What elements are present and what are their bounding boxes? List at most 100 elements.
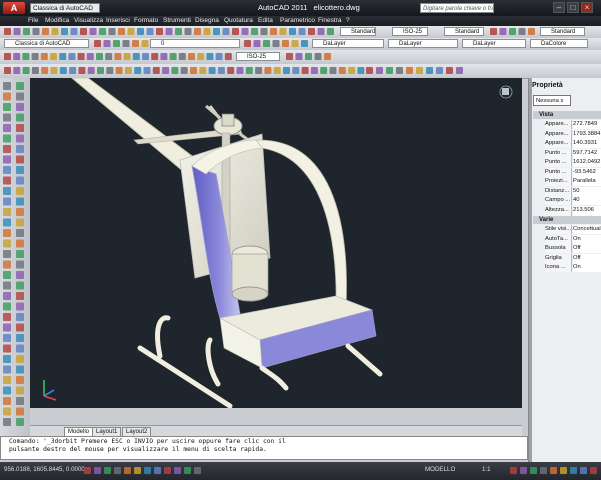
property-row[interactable]: Punto ... 597.7142 — [533, 148, 601, 158]
draw-tool-icon[interactable] — [3, 145, 11, 153]
toolbar-tool-icon[interactable] — [151, 53, 159, 60]
toolbar-tool-icon[interactable] — [23, 28, 30, 35]
toolbar-tool-icon[interactable] — [180, 67, 188, 74]
toolbar-tool-icon[interactable] — [528, 28, 535, 35]
toolbar-tool-icon[interactable] — [4, 53, 11, 60]
maximize-icon[interactable]: □ — [567, 2, 579, 13]
toolbar-tool-icon[interactable] — [260, 28, 268, 35]
toolbar-tool-icon[interactable] — [224, 53, 232, 60]
toolbar-tool-icon[interactable] — [490, 28, 497, 35]
toolbar-tool-icon[interactable] — [104, 467, 111, 474]
toolbar-tool-icon[interactable] — [156, 28, 163, 35]
toolbar-tool-icon[interactable] — [241, 28, 249, 35]
menu-inserisci[interactable]: Inserisci — [106, 17, 130, 24]
draw-tool-icon[interactable] — [16, 134, 24, 143]
property-value[interactable]: Off — [573, 253, 601, 263]
draw-tool-icon[interactable] — [3, 92, 11, 101]
toolbar-tool-icon[interactable] — [298, 28, 306, 35]
draw-tool-icon[interactable] — [3, 229, 11, 237]
toolbar-tool-icon[interactable] — [41, 67, 49, 74]
draw-tool-icon[interactable] — [16, 407, 24, 416]
draw-tool-icon[interactable] — [3, 323, 11, 332]
drawing-viewport[interactable] — [30, 78, 522, 408]
draw-tool-icon[interactable] — [16, 166, 24, 174]
search-input[interactable]: Digitare parola chiave o frase — [420, 3, 494, 13]
draw-tool-icon[interactable] — [16, 113, 24, 122]
toolbar-tool-icon[interactable] — [286, 53, 293, 60]
draw-tool-icon[interactable] — [16, 208, 24, 216]
toolbar-tool-icon[interactable] — [69, 67, 77, 74]
draw-tool-icon[interactable] — [16, 271, 24, 279]
toolbar-tool-icon[interactable] — [171, 67, 179, 74]
toolbar-tool-icon[interactable] — [292, 67, 300, 74]
view-toolbar-icons[interactable] — [0, 64, 601, 78]
toolbar-tool-icon[interactable] — [289, 28, 296, 35]
draw-tool-icon[interactable] — [16, 260, 24, 269]
toolbar-tool-icon[interactable] — [301, 67, 309, 74]
toolbar-tool-icon[interactable] — [184, 467, 191, 474]
application-menu-button[interactable]: A — [3, 2, 25, 14]
toolbar-tool-icon[interactable] — [13, 53, 21, 60]
menu-parametrico[interactable]: Parametrico — [280, 17, 315, 24]
toolbar-tool-icon[interactable] — [188, 53, 195, 60]
draw-tool-icon[interactable] — [16, 397, 24, 405]
dim-style-select-2[interactable]: ISO-25 — [236, 52, 280, 61]
toolbar-tool-icon[interactable] — [197, 53, 205, 60]
draw-tool-icon[interactable] — [3, 386, 11, 395]
draw-tool-icon[interactable] — [16, 82, 24, 90]
toolbar-tool-icon[interactable] — [215, 53, 223, 60]
toolbar-tool-icon[interactable] — [236, 67, 244, 74]
draw-tool-icon[interactable] — [16, 145, 24, 153]
toolbar-tool-icon[interactable] — [80, 28, 87, 35]
toolbar-tool-icon[interactable] — [106, 67, 114, 74]
toolbar-tool-icon[interactable] — [184, 28, 192, 35]
draw-tool-icon[interactable] — [3, 166, 11, 174]
draw-tool-icon[interactable] — [3, 397, 11, 405]
toolbar-tool-icon[interactable] — [406, 67, 413, 74]
toolbar-tool-icon[interactable] — [308, 28, 315, 35]
toolbar-tool-icon[interactable] — [366, 67, 373, 74]
menu-edita[interactable]: Edita — [258, 17, 273, 24]
menu-visualizza[interactable]: Visualizza — [74, 17, 103, 24]
draw-tool-icon[interactable] — [16, 197, 24, 206]
toolbar-tool-icon[interactable] — [87, 67, 95, 74]
toolbar-tool-icon[interactable] — [132, 40, 139, 47]
toolbar-tool-icon[interactable] — [222, 28, 230, 35]
toolbar-tool-icon[interactable] — [50, 53, 57, 60]
toolbar-tool-icon[interactable] — [4, 28, 11, 35]
toolbar-tool-icon[interactable] — [301, 40, 308, 47]
toolbar-tool-icon[interactable] — [32, 28, 40, 35]
draw-tool-icon[interactable] — [3, 365, 11, 374]
toolbar-tool-icon[interactable] — [118, 28, 125, 35]
draw-tool-icon[interactable] — [16, 103, 24, 111]
property-value[interactable]: Concettuale — [573, 225, 601, 234]
toolbar-tool-icon[interactable] — [160, 53, 168, 60]
toolbar-tool-icon[interactable] — [31, 53, 39, 60]
draw-tool-icon[interactable] — [16, 187, 24, 195]
toolbar-tool-icon[interactable] — [227, 67, 235, 74]
layers-toolbar-icons[interactable] — [0, 38, 601, 50]
toolbar-tool-icon[interactable] — [232, 28, 239, 35]
toolbar-tool-icon[interactable] — [84, 467, 91, 474]
toolbar-tool-icon[interactable] — [162, 67, 170, 74]
toolbar-tool-icon[interactable] — [178, 53, 186, 60]
toolbar-tool-icon[interactable] — [122, 40, 130, 47]
draw-tool-icon[interactable] — [3, 407, 11, 416]
toolbar-tool-icon[interactable] — [127, 28, 135, 35]
property-value[interactable]: On — [573, 263, 601, 272]
toolbar-tool-icon[interactable] — [324, 53, 331, 60]
toolbar-tool-icon[interactable] — [208, 67, 216, 74]
property-value[interactable]: 1612.0492 — [573, 158, 601, 167]
menu-quotatura[interactable]: Quotatura — [224, 17, 253, 24]
draw-tool-icon[interactable] — [16, 365, 24, 374]
toolbar-tool-icon[interactable] — [327, 28, 334, 35]
toolbar-tool-icon[interactable] — [590, 467, 597, 474]
draw-tool-icon[interactable] — [3, 250, 11, 258]
property-row[interactable]: Appare... 1793.3884 — [533, 129, 601, 139]
property-row[interactable]: Appare... 272.7849 — [533, 120, 601, 129]
toolbar-tool-icon[interactable] — [77, 53, 85, 60]
draw-tool-icon[interactable] — [3, 355, 11, 363]
draw-tool-icon[interactable] — [16, 386, 24, 395]
toolbar-tool-icon[interactable] — [13, 28, 21, 35]
toolbar-tool-icon[interactable] — [123, 53, 131, 60]
